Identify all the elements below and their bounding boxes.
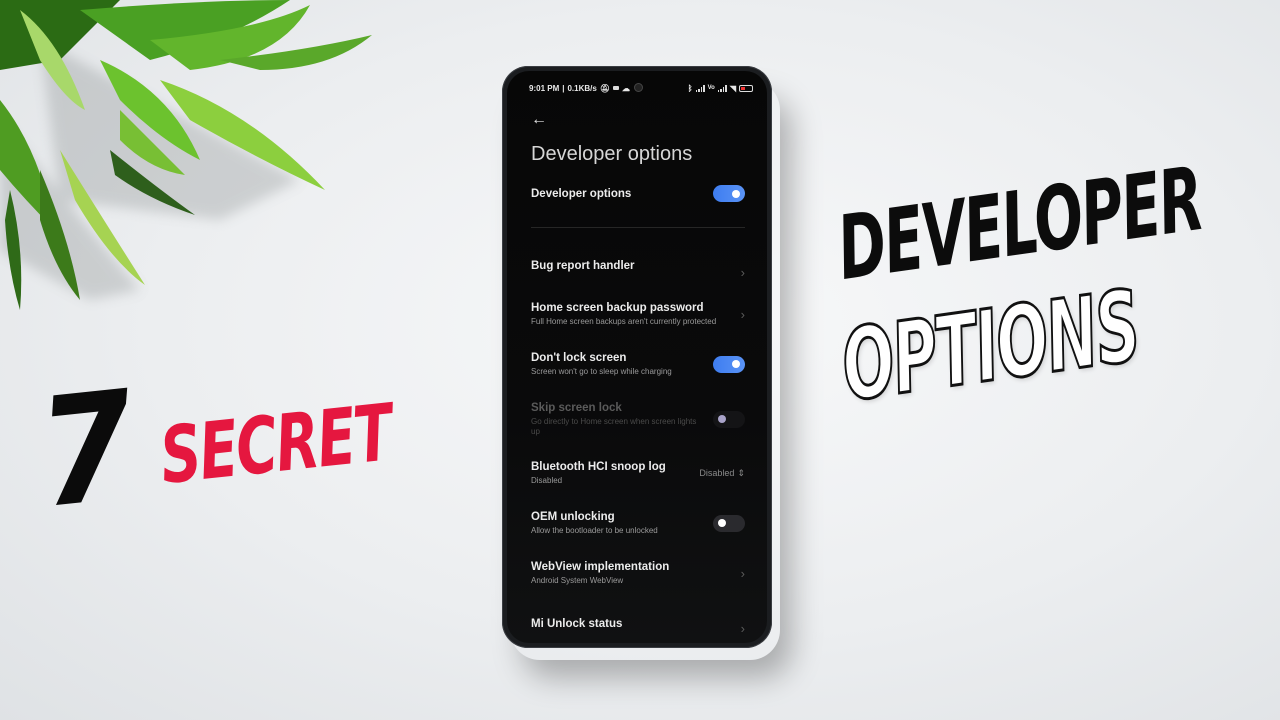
plant-decoration: [0, 0, 372, 310]
setting-subtitle: Go directly to Home screen when screen l…: [531, 417, 697, 436]
toggle-knob: [718, 519, 726, 528]
mute-icon: 🔕︎: [599, 83, 610, 93]
phone: 9:01 PM | 0.1KB/s 🔕︎ ☁ ᛒ Vo ◥ ← Develope…: [502, 66, 772, 648]
volte-icon: Vo: [707, 85, 715, 91]
divider: [531, 227, 745, 228]
setting-title: Developer options: [531, 187, 632, 200]
setting-subtitle: Disabled: [531, 476, 563, 485]
chevron-right-icon: ›: [740, 265, 745, 280]
wifi-icon: ◥: [729, 83, 736, 93]
setting-title: Don't lock screen: [531, 352, 627, 364]
toggle-knob: [718, 415, 726, 424]
developer-options-toggle[interactable]: [713, 185, 745, 202]
setting-developer-options[interactable]: Developer options: [531, 185, 745, 202]
setting-subtitle: Full Home screen backups aren't currentl…: [531, 317, 717, 326]
setting-skip-screen-lock: Skip screen lock Go directly to Home scr…: [531, 402, 745, 436]
chevron-right-icon: ›: [740, 306, 745, 322]
signal-icon-2: [717, 84, 727, 92]
setting-bluetooth-hci-snoop-log[interactable]: Bluetooth HCI snoop log Disabled Disable…: [531, 461, 745, 486]
status-net-speed: 0.1KB/s: [567, 83, 597, 93]
phone-screen: 9:01 PM | 0.1KB/s 🔕︎ ☁ ᛒ Vo ◥ ← Develope…: [507, 71, 767, 643]
headline-number: 7: [31, 359, 141, 542]
setting-title: Bluetooth HCI snoop log: [531, 461, 666, 473]
dont-lock-screen-toggle[interactable]: [713, 355, 745, 373]
headline-developer: DEVELOPER: [831, 146, 1209, 300]
status-separator: |: [562, 83, 565, 93]
oem-unlocking-toggle[interactable]: [713, 514, 745, 532]
page-title: Developer options: [531, 143, 693, 165]
headline-options: OPTIONS: [834, 268, 1147, 425]
chevron-right-icon: ›: [740, 565, 745, 581]
setting-subtitle: Android System WebView: [531, 576, 624, 585]
setting-title: Bug report handler: [531, 259, 635, 272]
back-button[interactable]: ←: [531, 111, 547, 129]
toggle-knob: [732, 189, 740, 198]
setting-mi-unlock-status[interactable]: Mi Unlock status ›: [531, 611, 745, 637]
battery-icon: [739, 84, 753, 92]
setting-title: OEM unlocking: [531, 511, 615, 523]
setting-oem-unlocking[interactable]: OEM unlocking Allow the bootloader to be…: [531, 511, 745, 536]
status-left: 9:01 PM | 0.1KB/s 🔕︎ ☁: [529, 84, 630, 93]
signal-icon: [695, 84, 705, 92]
toggle-knob: [732, 360, 740, 369]
setting-title: WebView implementation: [531, 561, 670, 573]
status-bar: 9:01 PM | 0.1KB/s 🔕︎ ☁ ᛒ Vo ◥: [507, 71, 767, 105]
setting-dont-lock-screen[interactable]: Don't lock screen Screen won't go to sle…: [531, 352, 745, 377]
cloud-icon: ☁: [622, 83, 630, 93]
setting-subtitle: Allow the bootloader to be unlocked: [531, 526, 658, 535]
chevron-right-icon: ›: [740, 621, 745, 636]
setting-title: Home screen backup password: [531, 302, 704, 314]
bluetooth-icon: ᛒ: [687, 83, 693, 93]
setting-home-screen-backup-password[interactable]: Home screen backup password Full Home sc…: [531, 302, 745, 327]
front-camera: [634, 83, 643, 92]
select-arrows-icon: ⇕: [737, 467, 745, 478]
status-right: ᛒ Vo ◥: [688, 84, 753, 93]
bluetooth-hci-select[interactable]: Disabled ⇕: [699, 468, 745, 479]
headline-secret: SECRET: [156, 388, 396, 502]
setting-webview-implementation[interactable]: WebView implementation Android System We…: [531, 561, 745, 586]
setting-subtitle: Screen won't go to sleep while charging: [531, 367, 672, 376]
setting-title: Mi Unlock status: [531, 617, 623, 630]
setting-bug-report-handler[interactable]: Bug report handler ›: [531, 251, 745, 281]
status-time: 9:01 PM: [529, 83, 560, 93]
select-value: Disabled: [699, 468, 735, 479]
skip-screen-lock-toggle: [713, 410, 745, 428]
message-icon: [613, 86, 619, 90]
setting-title: Skip screen lock: [531, 402, 622, 414]
